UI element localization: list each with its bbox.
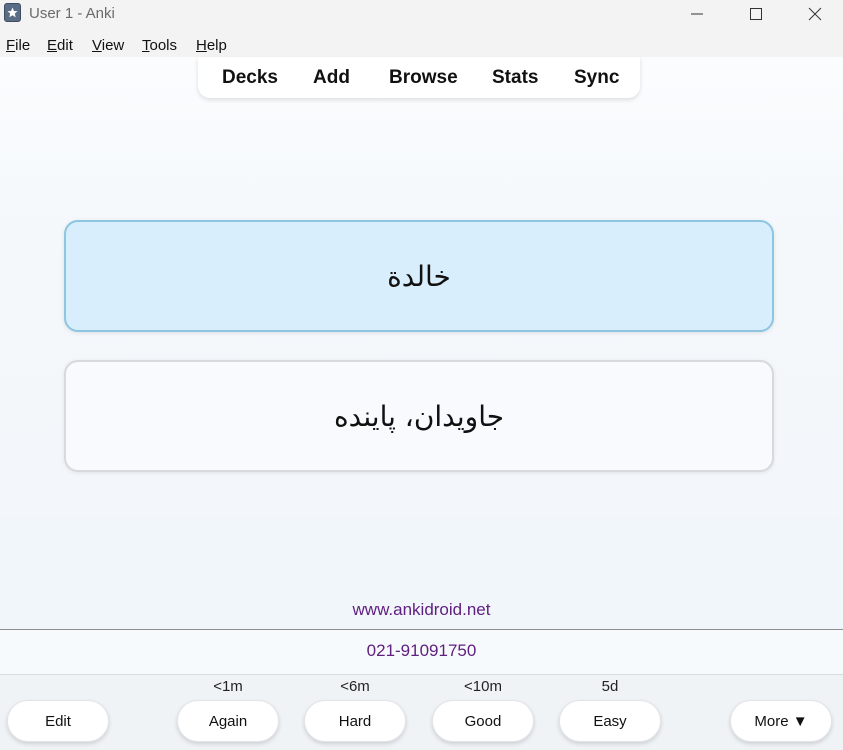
answer-bar: Edit <1m Again <6m Hard <10m Good 5d Eas… — [0, 675, 843, 750]
menu-help[interactable]: Help — [196, 37, 227, 54]
minimize-icon — [691, 13, 703, 15]
card-front-text: خالدة — [387, 259, 451, 293]
maximize-button[interactable] — [733, 0, 779, 28]
easy-button[interactable]: Easy — [559, 700, 661, 742]
card-front: خالدة — [64, 220, 774, 332]
menu-tools-accel: T — [142, 37, 150, 54]
website-link[interactable]: www.ankidroid.net — [0, 600, 843, 620]
menu-edit-accel: E — [47, 37, 58, 54]
hard-interval: <6m — [340, 678, 370, 695]
title-bar: User 1 - Anki — [0, 0, 843, 30]
nav-add-link[interactable]: Add — [313, 67, 350, 89]
window-title: User 1 - Anki — [29, 5, 115, 22]
good-interval: <10m — [464, 678, 502, 695]
close-button[interactable] — [792, 0, 838, 28]
card-back: جاویدان، پاینده — [64, 360, 774, 472]
anki-logo-icon — [4, 3, 21, 22]
phone-number: 021-91091750 — [366, 641, 477, 660]
nav-browse-link[interactable]: Browse — [389, 67, 458, 89]
menu-view-label: iew — [101, 37, 125, 54]
menu-tools[interactable]: Tools — [142, 37, 177, 54]
menu-file[interactable]: File — [6, 37, 30, 54]
minimize-button[interactable] — [674, 0, 720, 28]
menu-edit[interactable]: Edit — [47, 37, 73, 54]
menu-edit-label: dit — [57, 37, 73, 54]
more-button[interactable]: More ▼ — [730, 700, 832, 742]
nav-decks-link[interactable]: Decks — [222, 67, 278, 89]
menu-file-label: ile — [15, 37, 31, 54]
hard-button[interactable]: Hard — [304, 700, 406, 742]
menu-bar: File Edit View Tools Help — [0, 30, 843, 58]
review-area: Decks Add Browse Stats Sync خالدة جاویدا… — [0, 57, 843, 517]
menu-tools-label: ools — [149, 37, 178, 54]
menu-view-accel: V — [92, 37, 102, 54]
nav-stats-link[interactable]: Stats — [492, 67, 538, 89]
menu-help-label: elp — [206, 37, 227, 54]
edit-button[interactable]: Edit — [7, 700, 109, 742]
menu-help-accel: H — [196, 37, 207, 54]
again-button[interactable]: Again — [177, 700, 279, 742]
again-interval: <1m — [213, 678, 243, 695]
menu-file-accel: F — [6, 37, 16, 54]
top-navigation: Decks Add Browse Stats Sync — [198, 57, 640, 98]
card-back-text: جاویدان، پاینده — [333, 399, 505, 433]
menu-view[interactable]: View — [92, 37, 124, 54]
maximize-icon — [750, 8, 762, 20]
close-icon — [808, 7, 822, 21]
nav-sync-link[interactable]: Sync — [574, 67, 619, 89]
phone-area: 021-91091750 — [0, 630, 843, 675]
good-button[interactable]: Good — [432, 700, 534, 742]
card-footer-area: www.ankidroid.net — [0, 517, 843, 630]
easy-interval: 5d — [601, 678, 619, 695]
